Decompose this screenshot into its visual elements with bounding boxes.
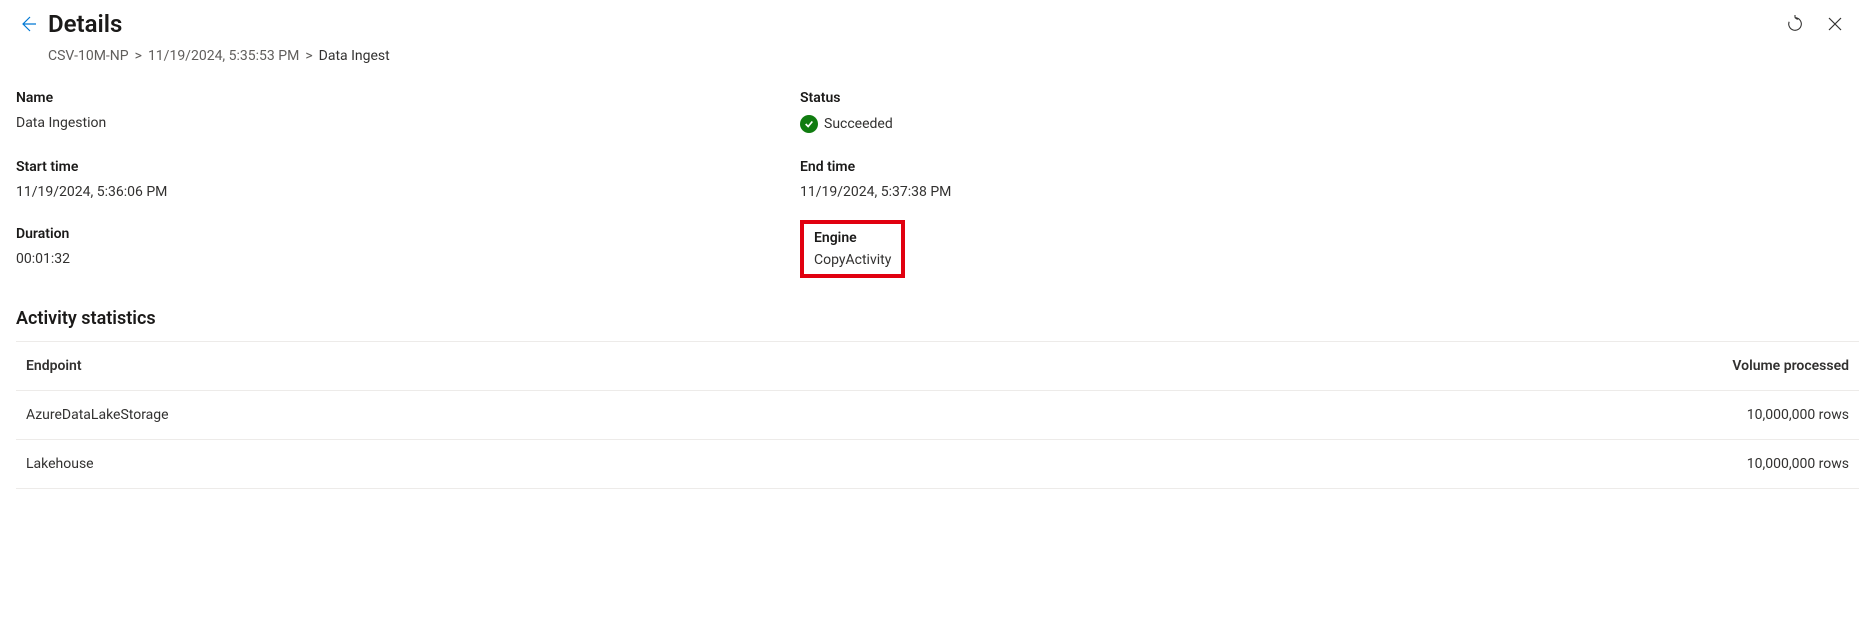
breadcrumb-item[interactable]: CSV-10M-NP (48, 48, 129, 64)
field-label: End time (800, 159, 1544, 175)
volume-cell: 10,000,000 rows (1629, 456, 1849, 472)
breadcrumb-separator: > (135, 48, 142, 64)
field-value: 00:01:32 (16, 251, 760, 267)
field-engine: Engine CopyActivity (800, 226, 1544, 278)
activity-statistics-heading: Activity statistics (0, 278, 1875, 341)
success-icon (800, 115, 818, 133)
column-header-volume: Volume processed (1629, 358, 1849, 374)
page-title: Details (48, 10, 122, 38)
table-header-row: Endpoint Volume processed (16, 341, 1859, 391)
table-row: Lakehouse 10,000,000 rows (16, 440, 1859, 489)
field-duration: Duration 00:01:32 (16, 226, 760, 278)
activity-statistics-table: Endpoint Volume processed AzureDataLakeS… (16, 341, 1859, 489)
field-label: Engine (814, 230, 891, 246)
engine-highlight: Engine CopyActivity (800, 220, 905, 278)
breadcrumb-current: Data Ingest (319, 48, 390, 64)
field-value: 11/19/2024, 5:36:06 PM (16, 184, 760, 200)
back-button[interactable] (16, 12, 40, 36)
close-icon (1827, 16, 1843, 32)
refresh-button[interactable] (1781, 10, 1809, 38)
volume-cell: 10,000,000 rows (1629, 407, 1849, 423)
breadcrumb-separator: > (305, 48, 312, 64)
field-end-time: End time 11/19/2024, 5:37:38 PM (800, 159, 1544, 200)
status-text: Succeeded (824, 116, 893, 132)
field-label: Start time (16, 159, 760, 175)
close-button[interactable] (1821, 10, 1849, 38)
field-name: Name Data Ingestion (16, 90, 760, 133)
field-label: Status (800, 90, 1544, 106)
field-label: Duration (16, 226, 760, 242)
breadcrumb: CSV-10M-NP > 11/19/2024, 5:35:53 PM > Da… (0, 38, 1875, 74)
field-value: 11/19/2024, 5:37:38 PM (800, 184, 1544, 200)
arrow-left-icon (18, 14, 38, 34)
field-value: Data Ingestion (16, 115, 760, 131)
endpoint-cell: Lakehouse (26, 456, 1629, 472)
field-value: CopyActivity (814, 252, 891, 268)
table-row: AzureDataLakeStorage 10,000,000 rows (16, 391, 1859, 440)
refresh-icon (1786, 15, 1804, 33)
breadcrumb-item[interactable]: 11/19/2024, 5:35:53 PM (148, 48, 299, 64)
field-label: Name (16, 90, 760, 106)
endpoint-cell: AzureDataLakeStorage (26, 407, 1629, 423)
field-status: Status Succeeded (800, 90, 1544, 133)
column-header-endpoint: Endpoint (26, 358, 1629, 374)
field-start-time: Start time 11/19/2024, 5:36:06 PM (16, 159, 760, 200)
